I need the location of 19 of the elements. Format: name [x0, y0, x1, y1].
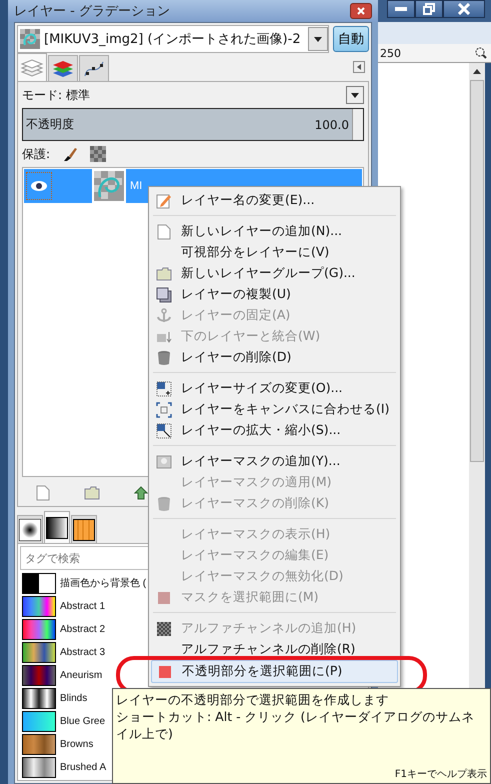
- tooltip-help: F1キーでヘルプ表示: [394, 768, 487, 781]
- opacity-value: 100.0: [314, 118, 349, 132]
- layer-name: MI: [130, 180, 142, 192]
- gradient-name: Blinds: [60, 692, 88, 704]
- gradient-name: Abstract 3: [60, 646, 106, 658]
- tooltip-shortcut: ショートカット: Alt - クリック (レイヤーダイアログのサムネイル上で): [116, 708, 476, 742]
- lock-label: 保護:: [22, 146, 50, 162]
- gradient-name: Brushed A: [60, 762, 106, 772]
- window-title: レイヤー - グラデーション: [14, 3, 170, 20]
- gradient-name: Aneurism: [60, 670, 102, 680]
- tooltip-description: レイヤーの不透明部分で選択範囲を作成します: [116, 691, 390, 708]
- gradient-name: Abstract 1: [60, 600, 106, 612]
- mode-label: モード: 標準: [22, 86, 90, 104]
- opacity-label: 不透明度: [26, 116, 74, 133]
- gradient-name: Abstract 2: [60, 624, 106, 634]
- gradient-name: Browns: [60, 738, 94, 750]
- ruler-label: 250: [380, 46, 401, 60]
- gradient-name: 描画色から背景色 (: [60, 576, 146, 590]
- gradient-name: Blue Gree: [60, 716, 106, 726]
